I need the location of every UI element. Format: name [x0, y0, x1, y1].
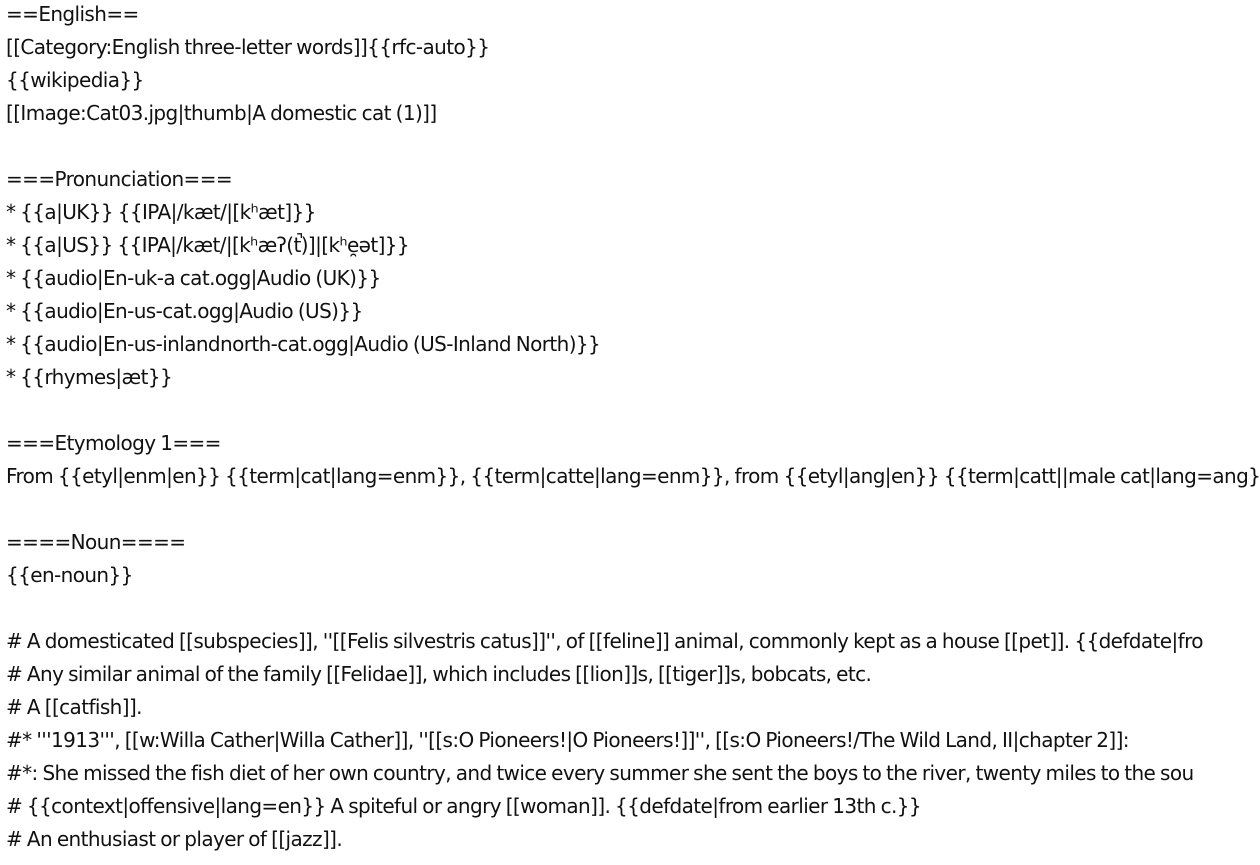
heading-english: ==English==: [6, 2, 139, 26]
wikitext-document: ==English== [[Category:English three-let…: [6, 0, 1260, 858]
definition-line: # A [[catfish]].: [6, 695, 143, 719]
quotation-citation-line: #* '''1913''', [[w:Willa Cather|Willa Ca…: [6, 728, 1130, 752]
audio-uk-line: * {{audio|En-uk-a cat.ogg|Audio (UK)}}: [6, 266, 381, 290]
rhymes-line: * {{rhymes|æt}}: [6, 365, 173, 389]
audio-us-inland-north-line: * {{audio|En-us-inlandnorth-cat.ogg|Audi…: [6, 332, 601, 356]
definition-line: # A domesticated [[subspecies]], ''[[Fel…: [6, 629, 1204, 653]
pronunciation-us-line: * {{a|US}} {{IPA|/kæt/|[kʰæʔ(t̚)]|[kʰe̯ə…: [6, 233, 410, 257]
quotation-text-line: #*: She missed the fish diet of her own …: [6, 761, 1194, 785]
definition-line: # {{context|offensive|lang=en}} A spitef…: [6, 794, 922, 818]
category-line: [[Category:English three-letter words]]{…: [6, 35, 490, 59]
heading-noun: ====Noun====: [6, 530, 186, 554]
image-line: [[Image:Cat03.jpg|thumb|A domestic cat (…: [6, 101, 437, 125]
heading-etymology-1: ===Etymology 1===: [6, 431, 221, 455]
heading-pronunciation: ===Pronunciation===: [6, 167, 233, 191]
definition-line: # Any similar animal of the family [[Fel…: [6, 662, 872, 686]
audio-us-line: * {{audio|En-us-cat.ogg|Audio (US)}}: [6, 299, 363, 323]
wikipedia-template-line: {{wikipedia}}: [6, 68, 144, 92]
pronunciation-uk-line: * {{a|UK}} {{IPA|/kæt/|[kʰæt]}}: [6, 200, 316, 224]
en-noun-template-line: {{en-noun}}: [6, 563, 133, 587]
etymology-line: From {{etyl|enm|en}} {{term|cat|lang=enm…: [6, 464, 1260, 488]
definition-line: # An enthusiast or player of [[jazz]].: [6, 827, 343, 851]
